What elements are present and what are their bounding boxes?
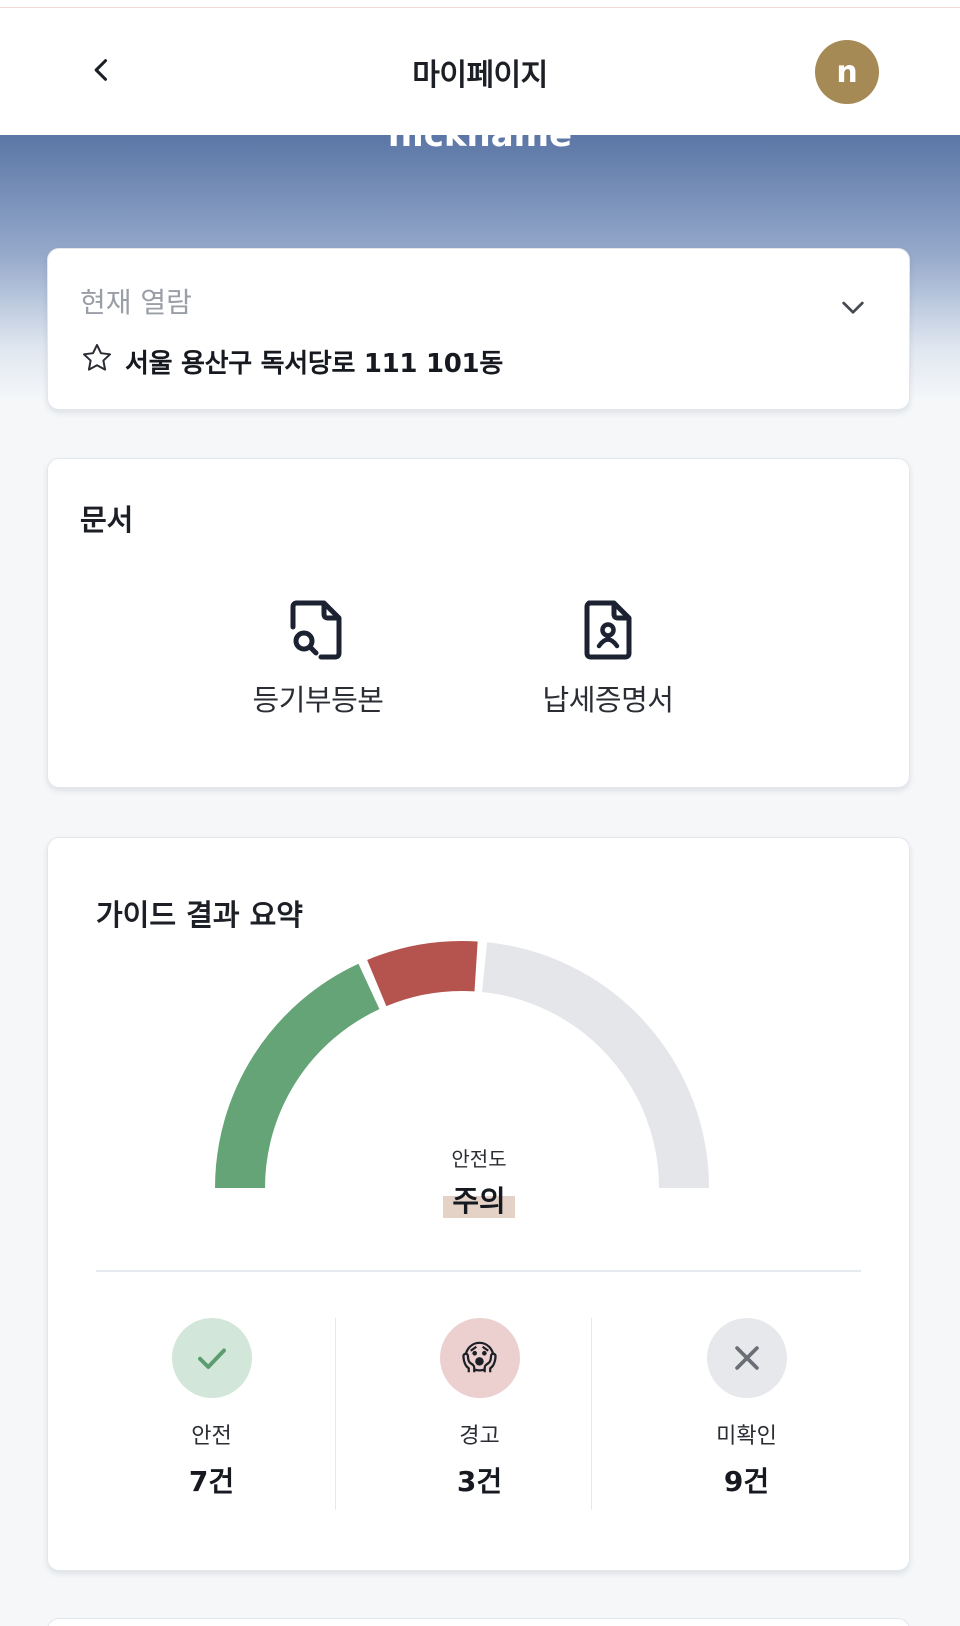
current-viewing-label: 현재 열람: [80, 286, 192, 319]
document-label: 등기부등본: [252, 683, 384, 717]
stat-label: 안전: [191, 1424, 232, 1449]
gauge-divider: [96, 1270, 861, 1272]
gauge-caption: 안전도: [451, 1147, 507, 1171]
stat-safe: 안전 7건: [79, 1318, 344, 1502]
document-label: 납세증명서: [542, 683, 674, 717]
chevron-down-icon: [842, 301, 864, 314]
stat-label: 미확인: [716, 1424, 777, 1449]
stat-count: 7건: [188, 1465, 235, 1498]
current-address: 서울 용산구 독서당로 111 101동: [125, 349, 503, 379]
next-card-partial: [47, 1618, 910, 1626]
top-strip: [0, 0, 960, 8]
stat-warning-badge: 😱: [439, 1318, 520, 1398]
stat-unchecked: 미확인 9건: [614, 1318, 879, 1502]
stat-unchecked-badge: [706, 1318, 787, 1398]
stat-safe-badge: [171, 1318, 252, 1398]
document-tax-certificate-button[interactable]: 납세증명서: [508, 597, 708, 727]
stat-count: 9건: [723, 1465, 770, 1498]
stat-count: 3건: [456, 1465, 503, 1498]
current-viewing-selector[interactable]: 현재 열람 서울 용산구 독서당로 111 101동: [47, 248, 910, 410]
close-icon: [734, 1346, 759, 1370]
stat-warning: 😱 경고 3건: [347, 1318, 612, 1502]
chevron-left-icon: [94, 59, 108, 81]
guide-summary-card: 가이드 결과 요약 안전도 주의 안전 7건 😱 경고 3건 미확인 9건: [47, 837, 910, 1571]
stat-label: 경고: [459, 1424, 500, 1449]
documents-title: 문서: [80, 503, 134, 537]
document-registry-button[interactable]: 등기부등본: [218, 597, 418, 727]
document-person-icon: [584, 600, 632, 660]
check-icon: [197, 1348, 226, 1369]
profile-nickname: nickname: [387, 135, 573, 155]
document-search-icon: [290, 600, 342, 660]
back-button[interactable]: [80, 48, 124, 92]
stat-separator: [335, 1318, 336, 1510]
app-header: 마이페이지 n: [0, 8, 960, 135]
gauge-segment-warning: [367, 941, 478, 1007]
gauge-segment-safe: [215, 963, 380, 1189]
avatar[interactable]: n: [815, 40, 879, 104]
scream-emoji-icon: 😱: [461, 1338, 498, 1378]
star-icon[interactable]: [80, 341, 114, 375]
gauge-status: 주의: [443, 1178, 515, 1218]
stat-separator: [591, 1318, 592, 1510]
documents-card: 문서 등기부등본 납세증명서: [47, 458, 910, 788]
